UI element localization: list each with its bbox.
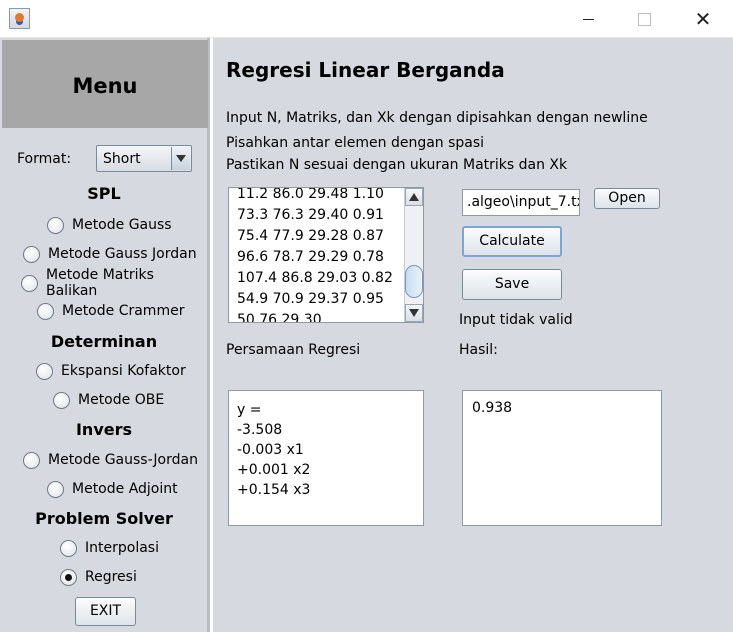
section-spl: SPL <box>87 184 121 203</box>
input-line: 11.2 86.0 29.48 1.10 <box>237 187 384 202</box>
main-panel: Regresi Linear Berganda Input N, Matriks… <box>213 38 733 632</box>
radio-button-icon[interactable] <box>60 539 77 557</box>
radio-button-icon[interactable] <box>36 362 53 380</box>
equation-line: +0.154 x3 <box>237 482 311 498</box>
input-line: 50 76 29.30 <box>237 312 322 323</box>
equation-line: +0.001 x2 <box>237 462 311 478</box>
minimize-icon[interactable] <box>565 0 611 38</box>
radio-interpolasi[interactable]: Interpolasi <box>60 538 159 558</box>
vertical-scrollbar[interactable] <box>404 188 423 322</box>
radio-label: Metode Matriks Balikan <box>46 267 154 299</box>
radio-ekspansi-kofaktor[interactable]: Ekspansi Kofaktor <box>36 361 186 381</box>
input-line: 54.9 70.9 29.37 0.95 <box>237 291 384 307</box>
radio-invers-gauss-jordan[interactable]: Metode Gauss-Jordan <box>23 450 198 470</box>
radio-button-icon[interactable] <box>47 216 64 234</box>
page-title: Regresi Linear Berganda <box>226 58 505 82</box>
title-bar: ✕ <box>0 0 733 38</box>
matrix-input-lines: 11.2 86.0 29.48 1.10 73.3 76.3 29.40 0.9… <box>237 187 393 323</box>
radio-label: Metode Adjoint <box>72 481 178 497</box>
radio-button-checked-icon[interactable] <box>60 568 77 586</box>
equation-line: -0.003 x1 <box>237 442 304 458</box>
radio-label: Metode Gauss-Jordan <box>48 452 198 468</box>
java-app-icon <box>9 8 30 29</box>
result-output-textarea[interactable]: 0.938 <box>462 390 662 526</box>
format-select-value: Short <box>103 151 141 167</box>
section-problem-solver: Problem Solver <box>35 509 173 528</box>
radio-metode-gauss[interactable]: Metode Gauss <box>47 215 172 235</box>
equation-output-textarea[interactable]: y = -3.508 -0.003 x1 +0.001 x2 +0.154 x3 <box>228 390 424 526</box>
radio-label: Metode OBE <box>78 392 165 408</box>
result-value: 0.938 <box>472 400 513 416</box>
radio-button-icon[interactable] <box>23 451 40 469</box>
input-line: 96.6 78.7 29.29 0.78 <box>237 249 384 265</box>
radio-button-icon[interactable] <box>53 391 70 409</box>
section-determinan: Determinan <box>50 332 158 351</box>
radio-metode-obe[interactable]: Metode OBE <box>53 390 164 410</box>
radio-button-icon[interactable] <box>23 245 40 263</box>
radio-button-icon[interactable] <box>37 302 54 320</box>
scroll-up-arrow-icon[interactable] <box>405 188 423 206</box>
hasil-label: Hasil: <box>459 342 498 358</box>
radio-label: Metode Gauss Jordan <box>48 246 197 262</box>
chevron-down-icon[interactable] <box>171 147 190 170</box>
info-text-3: Pastikan N sesuai dengan ukuran Matriks … <box>226 157 568 173</box>
section-invers: Invers <box>75 420 133 439</box>
open-button[interactable]: Open <box>594 188 660 209</box>
radio-metode-adjoint[interactable]: Metode Adjoint <box>47 479 178 499</box>
radio-label: Regresi <box>85 569 137 585</box>
equation-line: y = <box>237 402 262 418</box>
equation-lines: y = -3.508 -0.003 x1 +0.001 x2 +0.154 x3 <box>237 400 310 500</box>
scrollbar-thumb[interactable] <box>405 265 423 298</box>
radio-button-icon[interactable] <box>21 274 38 292</box>
radio-label: Metode Crammer <box>62 303 185 319</box>
format-select[interactable]: Short <box>96 145 192 172</box>
info-text-2: Pisahkan antar elemen dengan spasi <box>226 135 485 151</box>
persamaan-regresi-label: Persamaan Regresi <box>226 342 361 358</box>
radio-regresi[interactable]: Regresi <box>60 567 137 587</box>
radio-metode-matriks-balikan[interactable]: Metode Matriks Balikan <box>21 267 207 299</box>
info-text-1: Input N, Matriks, dan Xk dengan dipisahk… <box>226 110 648 126</box>
scroll-down-arrow-icon[interactable] <box>405 304 423 322</box>
exit-button[interactable]: EXIT <box>75 597 136 626</box>
radio-metode-crammer[interactable]: Metode Crammer <box>37 301 184 321</box>
radio-button-icon[interactable] <box>47 480 64 498</box>
radio-label: Metode Gauss <box>72 217 172 233</box>
close-icon[interactable]: ✕ <box>680 0 726 38</box>
radio-metode-gauss-jordan[interactable]: Metode Gauss Jordan <box>23 244 197 264</box>
radio-label: Ekspansi Kofaktor <box>61 363 186 379</box>
menu-header: Menu <box>2 40 208 128</box>
input-line: 73.3 76.3 29.40 0.91 <box>237 207 384 223</box>
sidebar-menu: Menu Format: Short SPL Metode Gauss Meto… <box>0 38 210 632</box>
save-button[interactable]: Save <box>462 269 562 300</box>
calculate-button[interactable]: Calculate <box>462 226 562 257</box>
input-line: 75.4 77.9 29.28 0.87 <box>237 228 384 244</box>
equation-line: -3.508 <box>237 422 283 438</box>
maximize-icon[interactable] <box>621 0 667 38</box>
input-line: 107.4 86.8 29.03 0.82 <box>237 270 393 286</box>
format-label: Format: <box>17 151 72 167</box>
matrix-input-textarea[interactable]: 11.2 86.0 29.48 1.10 73.3 76.3 29.40 0.9… <box>228 187 424 323</box>
menu-title: Menu <box>72 74 138 98</box>
file-path-field[interactable]: .algeo\input_7.txt <box>462 189 580 216</box>
status-message: Input tidak valid <box>459 312 573 328</box>
radio-label: Interpolasi <box>85 540 159 556</box>
